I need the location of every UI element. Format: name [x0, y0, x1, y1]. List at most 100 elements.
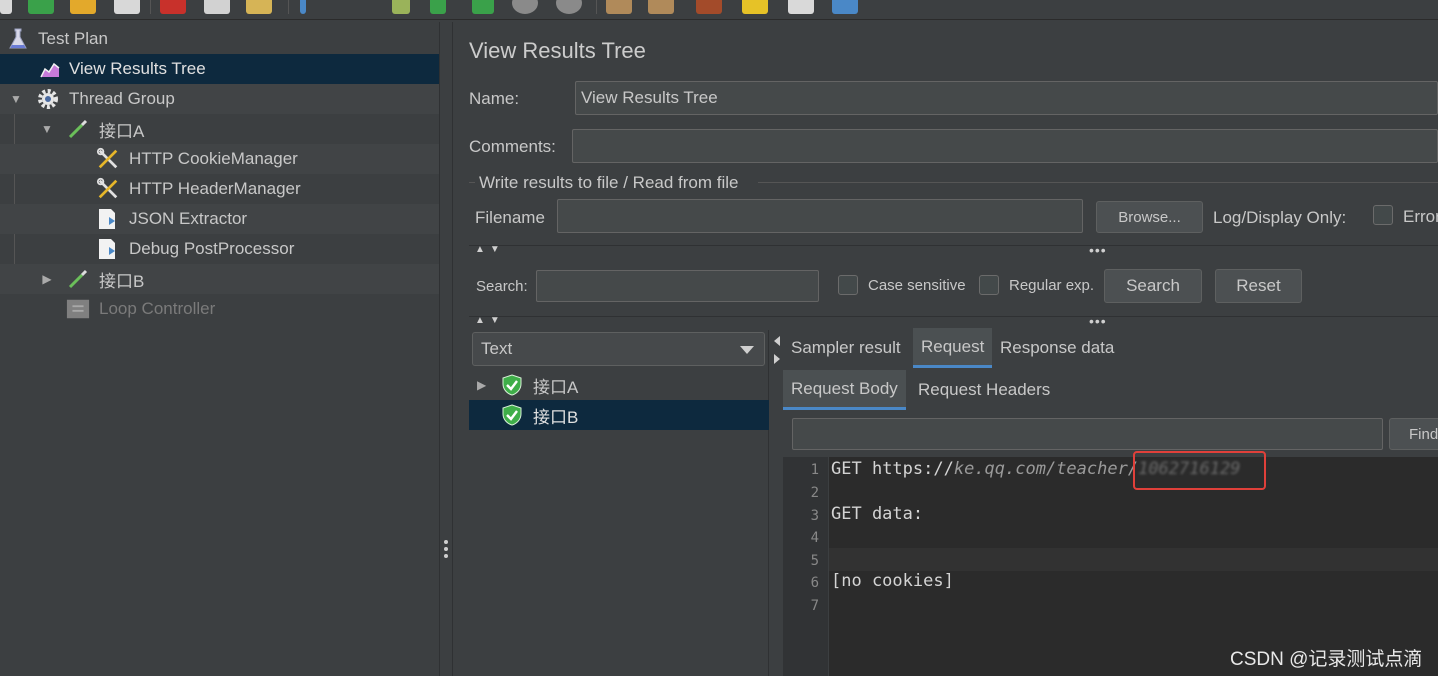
case-sensitive-label: Case sensitive	[868, 277, 966, 294]
filename-field[interactable]	[557, 199, 1083, 233]
reset-button[interactable]: Reset	[1215, 269, 1302, 303]
help-icon[interactable]	[832, 0, 858, 14]
result-item-label: 接口B	[533, 407, 579, 427]
highlight-annotation-box	[1133, 451, 1266, 490]
tree-item-label: Debug PostProcessor	[129, 239, 295, 258]
result-item-interface-b[interactable]: 接口B	[469, 400, 769, 430]
collapse-left-icon[interactable]	[774, 336, 780, 346]
drag-handle-icon[interactable]: •••	[1089, 314, 1107, 328]
search-input[interactable]	[536, 270, 819, 302]
clear-icon[interactable]	[606, 0, 632, 14]
chevron-right-icon[interactable]: ▶	[477, 378, 486, 392]
errors-label: Errors	[1403, 207, 1438, 226]
tools-icon	[96, 177, 120, 201]
tab-request[interactable]: Request	[913, 328, 993, 368]
tree-item-label: Test Plan	[38, 29, 108, 48]
templates-icon[interactable]	[28, 0, 54, 14]
code-line-6: [no cookies]	[831, 571, 954, 591]
results-splitter[interactable]	[769, 330, 783, 676]
renderer-select[interactable]: Text	[472, 332, 765, 366]
chevron-right-icon[interactable]: ▶	[40, 272, 54, 286]
tree-item-label: JSON Extractor	[129, 209, 248, 228]
collapse-arrows-icon[interactable]: ▲▼	[475, 315, 505, 326]
comments-label: Comments:	[469, 137, 556, 156]
tree-item-test-plan[interactable]: Test Plan	[0, 24, 439, 54]
tab-response-data[interactable]: Response data	[992, 328, 1122, 368]
find-input[interactable]	[792, 418, 1383, 450]
browse-button[interactable]: Browse...	[1096, 201, 1203, 233]
clear-all-icon[interactable]	[648, 0, 674, 14]
errors-checkbox[interactable]	[1373, 205, 1393, 225]
result-item-interface-a[interactable]: ▶ 接口A	[469, 370, 769, 400]
open-icon[interactable]	[70, 0, 96, 14]
watermark: CSDN @记录测试点滴	[1230, 649, 1423, 670]
loop-icon	[66, 297, 90, 321]
log-display-label: Log/Display Only:	[1213, 208, 1347, 227]
http-method: GET	[831, 459, 872, 479]
paste-icon[interactable]	[246, 0, 272, 14]
new-icon[interactable]	[0, 0, 12, 14]
line-number: 5	[810, 553, 819, 569]
copy-icon[interactable]	[204, 0, 230, 14]
name-field[interactable]: View Results Tree	[575, 81, 1438, 115]
collapse-right-icon[interactable]	[774, 354, 780, 364]
collapse-arrows-icon[interactable]: ▲▼	[475, 244, 505, 255]
result-item-label: 接口A	[533, 377, 579, 397]
toggle-icon[interactable]	[392, 0, 410, 14]
tree-item-json-extractor[interactable]: JSON Extractor	[0, 204, 439, 234]
splitter-handle[interactable]	[444, 540, 448, 558]
save-icon[interactable]	[114, 0, 140, 14]
line-number: 3	[810, 508, 819, 524]
chart-icon	[38, 57, 62, 81]
tree-item-loop-controller[interactable]: Loop Controller	[0, 294, 439, 324]
function-helper-icon[interactable]	[788, 0, 814, 14]
tree-item-label: 接口B	[99, 271, 145, 291]
collapse-divider-bottom[interactable]: ▲▼ •••	[469, 314, 1438, 328]
tab-sampler-result[interactable]: Sampler result	[783, 328, 909, 368]
gear-icon	[36, 87, 60, 111]
tab-request-body[interactable]: Request Body	[783, 370, 906, 410]
tree-item-label: Loop Controller	[99, 299, 216, 318]
page-title: View Results Tree	[469, 38, 646, 63]
tree-item-label: HTTP CookieManager	[129, 149, 298, 168]
find-button[interactable]: Find	[1389, 418, 1438, 450]
tools-icon	[96, 147, 120, 171]
tree-item-interface-b[interactable]: ▶ 接口B	[0, 264, 439, 294]
success-shield-icon	[502, 404, 522, 426]
shutdown-icon[interactable]	[556, 0, 582, 14]
chevron-down-icon[interactable]: ▼	[9, 92, 23, 106]
tree-item-thread-group[interactable]: ▼ Thread Group	[0, 84, 439, 114]
name-label: Name:	[469, 89, 520, 108]
document-icon	[95, 237, 119, 261]
renderer-select-value: Text	[481, 339, 513, 358]
expand-icon[interactable]	[300, 0, 306, 14]
tree-item-header-manager[interactable]: HTTP HeaderManager	[0, 174, 439, 204]
main-splitter[interactable]	[439, 22, 453, 676]
current-line-highlight	[829, 548, 1438, 571]
tree-item-interface-a[interactable]: ▼ 接口A	[0, 114, 439, 144]
drag-handle-icon[interactable]: •••	[1089, 243, 1107, 257]
stop-icon[interactable]	[512, 0, 538, 14]
tab-request-headers[interactable]: Request Headers	[910, 370, 1058, 410]
cut-icon[interactable]	[160, 0, 186, 14]
line-number: 6	[810, 575, 819, 591]
line-number: 1	[810, 462, 819, 478]
regular-exp-checkbox[interactable]	[979, 275, 999, 295]
url-path: ke.qq.com/teacher/	[953, 459, 1139, 479]
chevron-down-icon[interactable]: ▼	[40, 122, 54, 136]
tree-item-debug-postprocessor[interactable]: Debug PostProcessor	[0, 234, 439, 264]
start-no-pause-icon[interactable]	[472, 0, 494, 14]
line-number: 4	[810, 530, 819, 546]
start-icon[interactable]	[430, 0, 446, 14]
reset-search-icon[interactable]	[742, 0, 768, 14]
tree-item-label: HTTP HeaderManager	[129, 179, 301, 198]
tree-item-cookie-manager[interactable]: HTTP CookieManager	[0, 144, 439, 174]
tree-item-view-results-tree[interactable]: View Results Tree	[0, 54, 439, 84]
url-scheme: https://	[871, 459, 954, 479]
comments-field[interactable]	[572, 129, 1438, 163]
detail-tabs: Sampler result Request Response data	[783, 328, 1438, 368]
search-icon[interactable]	[696, 0, 722, 14]
search-button[interactable]: Search	[1104, 269, 1202, 303]
collapse-divider-top[interactable]: ▲▼ •••	[469, 243, 1438, 257]
case-sensitive-checkbox[interactable]	[838, 275, 858, 295]
